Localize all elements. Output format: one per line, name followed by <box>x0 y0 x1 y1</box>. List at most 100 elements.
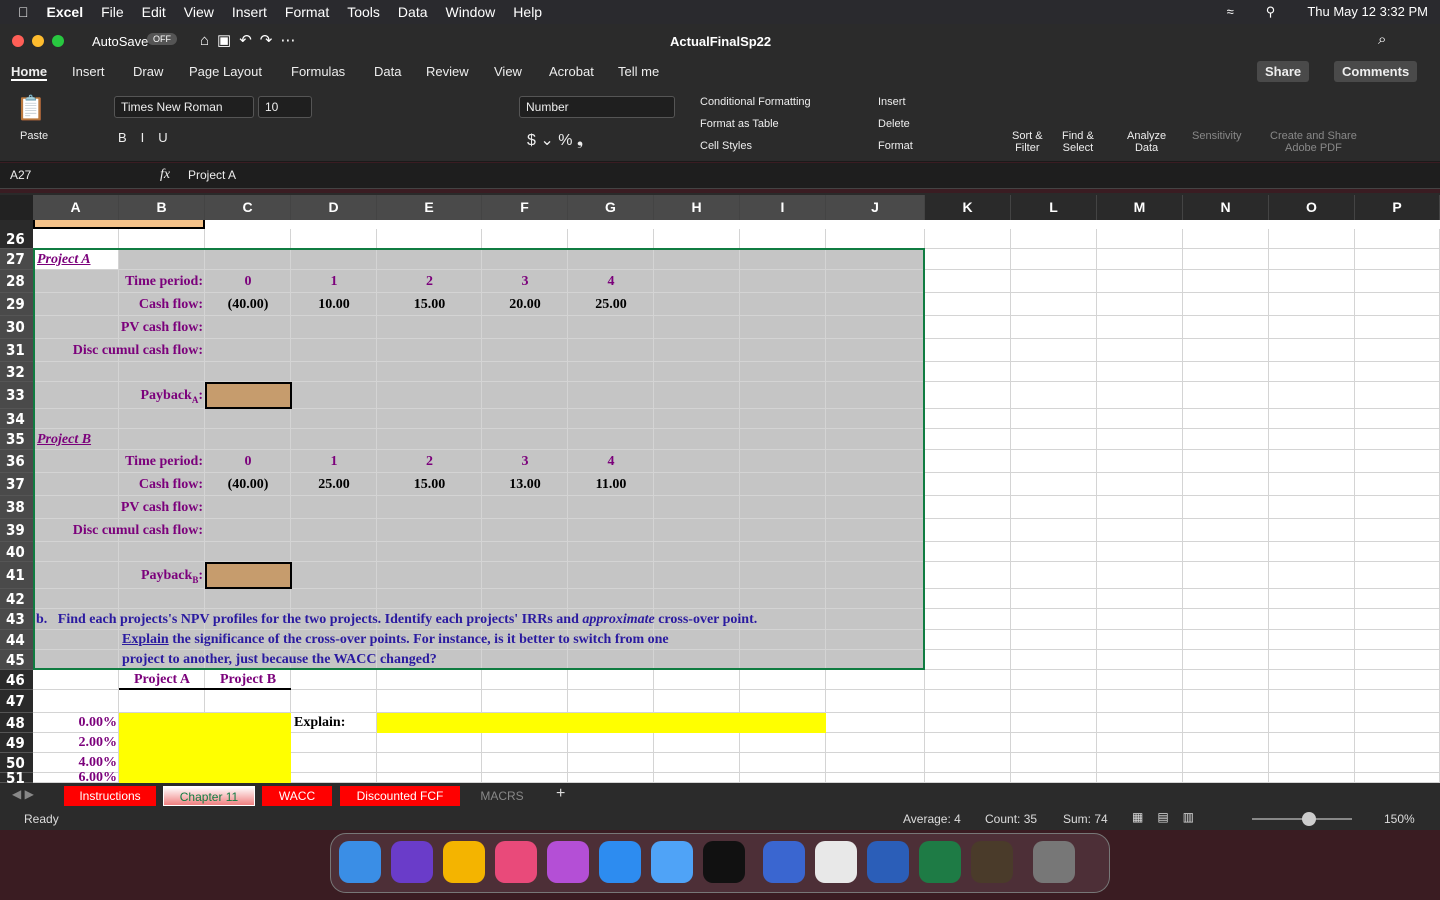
tab-insert[interactable]: Insert <box>72 64 105 79</box>
cell[interactable] <box>1269 429 1355 450</box>
currency-percent-buttons[interactable]: $ ⌄ % ❟ <box>527 130 583 150</box>
cell[interactable] <box>1355 609 1440 630</box>
cell[interactable] <box>1011 562 1097 589</box>
cell[interactable] <box>826 753 925 773</box>
column-header-e[interactable]: E <box>377 195 482 220</box>
column-header-b[interactable]: B <box>119 195 205 220</box>
cell[interactable] <box>1011 773 1097 783</box>
cell[interactable] <box>1183 589 1269 609</box>
cell[interactable] <box>1355 496 1440 519</box>
cell[interactable] <box>1355 316 1440 339</box>
cell[interactable] <box>925 339 1011 362</box>
row-header-26[interactable]: 26 <box>0 229 33 249</box>
row-header-45[interactable]: 45 <box>0 650 33 670</box>
cell[interactable] <box>1011 713 1097 733</box>
cell[interactable] <box>654 690 740 713</box>
cell[interactable] <box>1097 589 1183 609</box>
sort-filter-button[interactable]: Sort & Filter <box>1012 130 1043 154</box>
cell[interactable] <box>377 229 482 249</box>
tab-data[interactable]: Data <box>374 64 401 79</box>
cell[interactable] <box>925 609 1011 630</box>
cell[interactable] <box>654 753 740 773</box>
cell[interactable] <box>1355 589 1440 609</box>
cell[interactable] <box>377 733 482 753</box>
cell[interactable] <box>925 690 1011 713</box>
sheet-tab-wacc[interactable]: WACC <box>262 786 332 806</box>
apple-tv-icon[interactable] <box>703 841 745 883</box>
cell[interactable] <box>568 670 654 690</box>
cell[interactable] <box>377 773 482 783</box>
cell[interactable] <box>1097 473 1183 496</box>
paste-icon[interactable]: 📋 <box>16 94 46 123</box>
tab-formulas[interactable]: Formulas <box>291 64 345 79</box>
autosave-toggle[interactable]: OFF <box>147 33 177 45</box>
cell[interactable] <box>568 753 654 773</box>
cell[interactable] <box>1269 362 1355 382</box>
cell[interactable] <box>1011 473 1097 496</box>
row-header-28[interactable]: 28 <box>0 270 33 293</box>
cell[interactable] <box>1269 589 1355 609</box>
row-header-48[interactable]: 48 <box>0 713 33 733</box>
paste-label[interactable]: Paste <box>20 130 48 142</box>
tab-acrobat[interactable]: Acrobat <box>549 64 594 79</box>
row-header-51[interactable]: 51 <box>0 771 33 783</box>
cell[interactable] <box>1011 670 1097 690</box>
formula-input[interactable]: Project A <box>188 168 236 182</box>
column-header-l[interactable]: L <box>1011 195 1097 220</box>
cell[interactable] <box>33 670 119 690</box>
column-header-m[interactable]: M <box>1097 195 1183 220</box>
cell[interactable] <box>1269 270 1355 293</box>
cell[interactable] <box>925 473 1011 496</box>
finder-icon[interactable] <box>339 841 381 883</box>
cell[interactable] <box>1269 753 1355 773</box>
cell[interactable] <box>568 690 654 713</box>
cell[interactable] <box>1355 229 1440 249</box>
webex-icon[interactable] <box>763 841 805 883</box>
row-header-33[interactable]: 33 <box>0 382 33 409</box>
cell[interactable] <box>1355 670 1440 690</box>
cell[interactable] <box>1183 733 1269 753</box>
cell[interactable] <box>1183 409 1269 429</box>
cell[interactable] <box>1355 713 1440 733</box>
cell[interactable] <box>1183 670 1269 690</box>
cell[interactable] <box>291 690 377 713</box>
column-header-d[interactable]: D <box>291 195 377 220</box>
menu-tools[interactable]: Tools <box>347 4 380 20</box>
cell[interactable] <box>1355 382 1440 409</box>
cell[interactable] <box>826 229 925 249</box>
cell[interactable] <box>1011 339 1097 362</box>
cell[interactable] <box>1269 733 1355 753</box>
select-all-corner[interactable] <box>0 195 33 220</box>
tab-draw[interactable]: Draw <box>133 64 163 79</box>
podcasts-icon[interactable] <box>547 841 589 883</box>
find-select-button[interactable]: Find & Select <box>1062 130 1094 154</box>
analyze-data-button[interactable]: Analyze Data <box>1127 130 1166 154</box>
cell[interactable] <box>1269 473 1355 496</box>
cell[interactable] <box>1011 450 1097 473</box>
cell[interactable] <box>1011 293 1097 316</box>
cell[interactable] <box>1355 293 1440 316</box>
cell[interactable] <box>291 773 377 783</box>
menu-help[interactable]: Help <box>513 4 542 20</box>
row-header-38[interactable]: 38 <box>0 496 33 519</box>
number-format-select[interactable]: Number <box>519 96 675 118</box>
cell[interactable] <box>1269 542 1355 562</box>
cell[interactable] <box>482 229 568 249</box>
cell[interactable] <box>1269 609 1355 630</box>
cell[interactable] <box>1097 690 1183 713</box>
cell[interactable] <box>1097 542 1183 562</box>
menu-view[interactable]: View <box>184 4 214 20</box>
menu-file[interactable]: File <box>101 4 124 20</box>
cell[interactable] <box>1011 589 1097 609</box>
cell[interactable] <box>826 690 925 713</box>
cell[interactable] <box>1269 496 1355 519</box>
cell[interactable] <box>1097 713 1183 733</box>
spreadsheet-grid[interactable]: A B C D E F G H I J K L M N O P 26 27 28 29 30 31 32 33 34 35 36 37… <box>0 193 1440 783</box>
cell[interactable] <box>1097 270 1183 293</box>
cell[interactable] <box>1011 496 1097 519</box>
photos-icon[interactable] <box>443 841 485 883</box>
cell[interactable] <box>925 293 1011 316</box>
column-header-n[interactable]: N <box>1183 195 1269 220</box>
cell[interactable] <box>654 733 740 753</box>
cell[interactable] <box>925 753 1011 773</box>
